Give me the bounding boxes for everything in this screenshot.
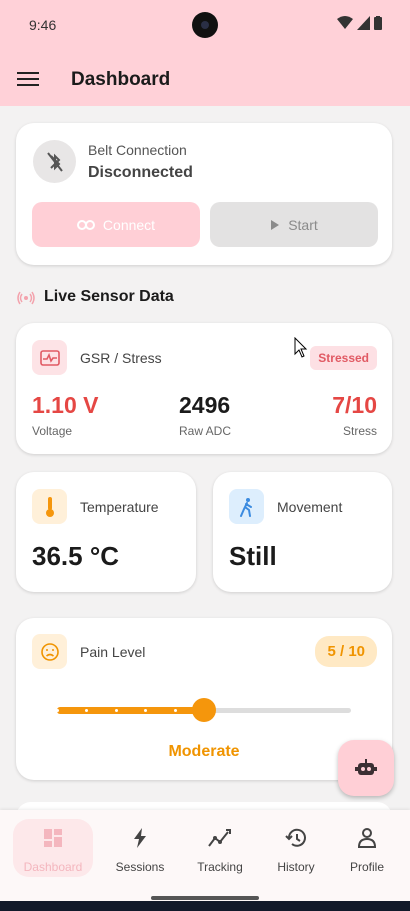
live-sensor-title: Live Sensor Data [44,288,174,305]
stress-badge: Stressed [310,346,377,370]
screen-edge [0,901,410,911]
slider-fill [57,707,204,714]
walking-icon [229,489,264,524]
pain-level-label: Moderate [168,743,240,760]
pain-slider[interactable] [56,698,351,722]
assistant-button[interactable] [338,740,394,796]
nav-label: Dashboard [23,860,83,874]
nav-label: Sessions [115,860,165,874]
nav-label: Profile [349,860,384,874]
robot-icon [355,759,377,775]
sad-face-icon [32,634,67,669]
belt-connection-status: Disconnected [88,164,193,181]
menu-icon[interactable] [16,68,40,92]
home-indicator[interactable] [151,896,259,900]
start-label: Start [288,216,318,233]
stress-label: Stress [342,424,377,438]
thermometer-icon [32,489,67,524]
belt-connection-label: Belt Connection [88,142,187,158]
pain-title: Pain Level [80,644,146,660]
nav-dashboard[interactable]: Dashboard [13,819,93,877]
page-title: Dashboard [71,69,171,90]
pulse-icon [32,340,67,375]
temperature-title: Temperature [80,499,159,515]
nav-profile[interactable]: Profile [327,819,407,877]
app-bar: 9:46 Dashboard [0,0,410,106]
gsr-card: GSR / Stress Stressed 1.10 V Voltage 249… [16,323,392,454]
connect-button[interactable]: Connect [32,202,200,247]
mouse-cursor-icon [294,337,308,358]
history-icon [285,828,306,847]
pain-badge: 5 / 10 [315,636,377,667]
slider-tick [115,709,118,712]
temperature-value: 36.5 °C [32,541,120,571]
pain-level-card: Pain Level 5 / 10 Moderate [16,618,392,780]
link-icon [76,219,95,230]
nav-tracking[interactable]: Tracking [180,819,260,877]
bolt-icon [134,828,146,848]
slider-tick [174,709,177,712]
play-icon [271,219,280,230]
battery-icon [374,16,382,30]
wifi-icon [337,16,353,29]
sensors-icon [17,291,35,305]
camera-cutout [192,12,218,38]
adc-value: 2496 [179,392,231,418]
dashboard-icon [44,829,62,847]
signal-icon [357,16,370,30]
voltage-label: Voltage [32,424,73,438]
temperature-card: Temperature 36.5 °C [16,472,196,592]
slider-tick [56,709,59,712]
belt-connection-card: Belt Connection Disconnected Connect Sta… [16,123,392,265]
nav-history[interactable]: History [256,819,336,877]
movement-card: Movement Still [213,472,392,592]
voltage-value: 1.10 V [32,392,99,418]
movement-title: Movement [277,499,343,515]
status-time: 9:46 [29,17,57,33]
stress-value: 7/10 [332,392,377,418]
slider-thumb[interactable] [192,698,216,722]
nav-sessions[interactable]: Sessions [100,819,180,877]
status-icons [337,16,382,30]
person-icon [358,828,376,848]
status-bar: 9:46 [0,0,410,48]
bluetooth-disabled-icon [33,140,76,183]
start-button[interactable]: Start [210,202,378,247]
nav-label: Tracking [197,860,243,874]
gsr-title: GSR / Stress [80,350,162,366]
bottom-navigation: Dashboard Sessions Tracking History Prof… [0,810,410,901]
header: Dashboard [0,56,410,104]
connect-label: Connect [102,216,156,233]
movement-value: Still [229,541,277,571]
slider-tick [144,709,147,712]
slider-tick [85,709,88,712]
nav-label: History [277,860,315,874]
adc-label: Raw ADC [179,424,232,438]
trend-icon [208,829,231,847]
